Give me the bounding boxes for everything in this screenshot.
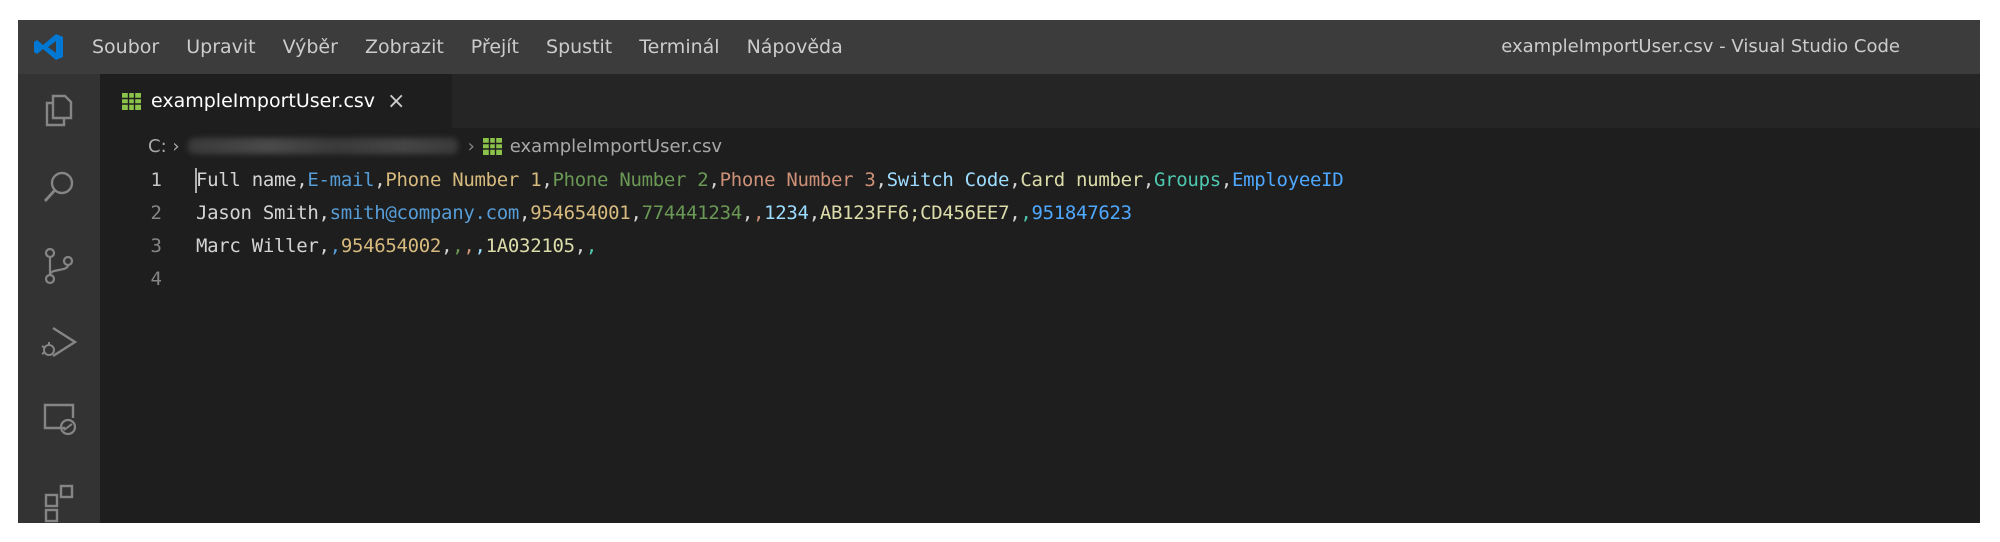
csv-token: ,	[374, 169, 386, 191]
csv-token: ,	[808, 202, 820, 224]
window-title: exampleImportUser.csv - Visual Studio Co…	[1501, 36, 1900, 57]
code-line[interactable]: 2 Jason Smith,smith@company.com,954654001…	[100, 197, 1980, 230]
csv-token: ,	[318, 202, 330, 224]
breadcrumb-drive[interactable]: C: ›	[148, 136, 180, 157]
text-cursor	[195, 168, 197, 193]
code-editor[interactable]: 1 Full name,E-mail,Phone Number 1,Phone N…	[100, 164, 1980, 523]
close-icon[interactable]: ×	[387, 89, 405, 114]
csv-token: ,	[1142, 169, 1155, 191]
csv-token: ,	[318, 235, 330, 257]
csv-token: ,	[519, 202, 531, 224]
csv-token: ,	[1220, 169, 1232, 191]
menu-soubor[interactable]: Soubor	[92, 36, 159, 58]
csv-token: smith@company.com	[329, 202, 520, 224]
csv-token: ,	[741, 202, 753, 224]
breadcrumb-redacted-path	[187, 138, 458, 154]
line-number: 1	[150, 169, 162, 191]
csv-token: ,	[441, 235, 453, 257]
line-text: Full name,E-mail,Phone Number 1,Phone Nu…	[196, 164, 1344, 197]
run-debug-icon[interactable]	[37, 320, 81, 364]
code-line[interactable]: 1 Full name,E-mail,Phone Number 1,Phone N…	[100, 164, 1980, 197]
csv-token: 954654002	[340, 235, 442, 257]
tab-label: exampleImportUser.csv	[151, 90, 376, 112]
activity-bar	[18, 74, 100, 523]
csv-token: ,	[541, 169, 553, 191]
explorer-icon[interactable]	[37, 88, 81, 132]
menu-upravit[interactable]: Upravit	[186, 36, 255, 58]
menu-prejit[interactable]: Přejít	[471, 36, 519, 58]
csv-token: ,	[1009, 169, 1021, 191]
csv-token: ,	[1020, 202, 1032, 224]
csv-token: 1A032105	[485, 235, 575, 257]
csv-token: Full name	[196, 169, 297, 191]
csv-token: ,	[708, 169, 720, 191]
menu-bar: Soubor Upravit Výběr Zobrazit Přejít Spu…	[92, 20, 870, 74]
source-control-icon[interactable]	[37, 244, 81, 288]
line-text: Marc Willer,,954654002,,,,1A032105,,	[196, 230, 597, 263]
menu-spustit[interactable]: Spustit	[546, 36, 612, 58]
csv-token: ,	[630, 202, 642, 224]
csv-file-icon	[482, 137, 502, 155]
csv-token: 774441234	[641, 202, 743, 224]
breadcrumb-file[interactable]: exampleImportUser.csv	[510, 136, 722, 157]
csv-token: 954654001	[530, 202, 631, 224]
line-number: 3	[150, 235, 162, 257]
csv-token: Phone Number 2	[552, 169, 709, 191]
menu-zobrazit[interactable]: Zobrazit	[365, 36, 444, 58]
tab-exampleimportuser-csv[interactable]: exampleImportUser.csv ×	[100, 74, 452, 128]
csv-token: ,	[1009, 202, 1021, 224]
csv-token: ,	[574, 235, 586, 257]
line-number: 2	[150, 202, 162, 224]
menu-terminal[interactable]: Terminál	[639, 36, 719, 58]
csv-token: Card number	[1020, 169, 1143, 191]
title-bar: Soubor Upravit Výběr Zobrazit Přejít Spu…	[18, 20, 1980, 74]
csv-token: EmployeeID	[1232, 169, 1344, 191]
line-number: 4	[150, 268, 162, 290]
csv-token: Marc Willer	[196, 235, 319, 257]
csv-token: ,	[452, 235, 464, 257]
remote-explorer-icon[interactable]	[37, 396, 81, 440]
csv-token: Phone Number 1	[385, 169, 542, 191]
csv-token: ,	[585, 235, 598, 257]
csv-token: ,	[474, 235, 486, 257]
code-line[interactable]: 3 Marc Willer,,954654002,,,,1A032105,,	[100, 230, 1980, 263]
csv-token: Switch Code	[886, 169, 1010, 191]
breadcrumb: C: › › exampleImportUser.csv	[100, 128, 1980, 164]
menu-vyber[interactable]: Výběr	[283, 36, 338, 58]
csv-token: ,	[296, 169, 308, 191]
csv-file-icon	[122, 92, 141, 110]
csv-token: Jason Smith	[196, 202, 319, 224]
csv-token: Groups	[1154, 169, 1221, 191]
csv-token: ,	[329, 235, 341, 257]
csv-token: ,	[463, 235, 475, 257]
vscode-window: Soubor Upravit Výběr Zobrazit Přejít Spu…	[18, 20, 1980, 523]
tab-strip: exampleImportUser.csv ×	[100, 74, 1980, 128]
csv-token: AB123FF6;CD456EE7	[819, 202, 1010, 224]
extensions-icon[interactable]	[37, 482, 81, 523]
csv-token: ,	[753, 202, 765, 224]
code-line[interactable]: 4	[100, 263, 1980, 296]
breadcrumb-separator: ›	[467, 135, 475, 157]
menu-napoveda[interactable]: Nápověda	[747, 36, 843, 58]
csv-token: 1234	[764, 202, 809, 224]
csv-token: ,	[875, 169, 887, 191]
csv-token: Phone Number 3	[719, 169, 876, 191]
search-icon[interactable]	[37, 166, 81, 210]
line-text: Jason Smith,smith@company.com,954654001,…	[196, 197, 1132, 230]
vscode-logo-icon[interactable]	[32, 32, 66, 62]
csv-token: 951847623	[1031, 202, 1133, 224]
csv-token: E-mail	[307, 169, 375, 191]
